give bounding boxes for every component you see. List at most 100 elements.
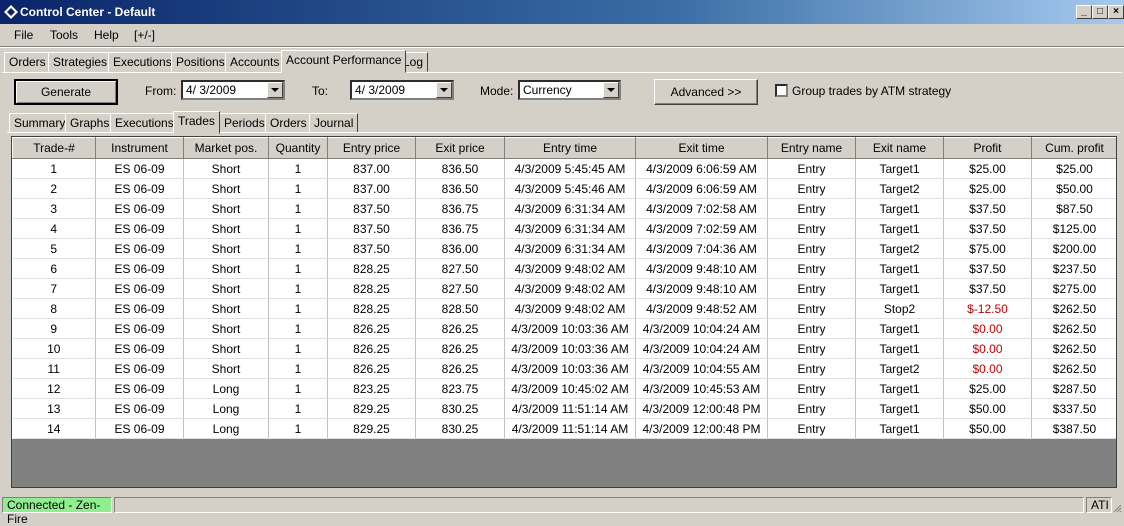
table-cell: $25.00	[1031, 158, 1116, 179]
table-cell: Target1	[855, 318, 944, 339]
table-cell: 4/3/2009 10:45:53 AM	[635, 378, 768, 399]
table-cell: 836.75	[415, 218, 505, 239]
column-header[interactable]: Entry time	[504, 137, 636, 159]
column-header[interactable]: Exit name	[855, 137, 944, 159]
tab-orders[interactable]: Orders	[4, 52, 51, 72]
to-date-picker[interactable]: 4/ 3/2009	[350, 80, 454, 100]
table-cell: 827.50	[415, 278, 505, 299]
subtab-periods[interactable]: Periods	[219, 113, 270, 133]
from-date-picker[interactable]: 4/ 3/2009	[181, 80, 285, 100]
table-cell: 827.50	[415, 258, 505, 279]
maximize-button[interactable]: □	[1092, 5, 1108, 19]
table-cell: 4/3/2009 10:03:36 AM	[504, 338, 636, 359]
column-header[interactable]: Entry name	[767, 137, 856, 159]
table-row[interactable]: 10 ES 06-09 Short 1 826.25 826.25 4/3/2009 10:…	[12, 338, 1116, 359]
table-cell: 9	[12, 318, 96, 339]
table-cell: 837.00	[327, 158, 416, 179]
group-trades-checkbox[interactable]	[775, 84, 788, 97]
table-cell: Long	[183, 378, 269, 399]
subtab-summary[interactable]: Summary	[9, 113, 71, 133]
trades-grid[interactable]: Trade-# Instrument Market pos. Quantity Entr…	[11, 136, 1117, 488]
table-row[interactable]: 6 ES 06-09 Short 1 828.25 827.50 4/3/2009 9:48…	[12, 258, 1116, 279]
table-cell: ES 06-09	[95, 198, 184, 219]
minimize-button[interactable]: _	[1076, 5, 1092, 19]
table-cell: 826.25	[415, 358, 505, 379]
sub-tab-strip: Summary Graphs Executions Trades Periods…	[9, 111, 1119, 134]
subtab-trades[interactable]: Trades	[173, 111, 220, 134]
table-cell: Entry	[767, 318, 856, 339]
table-cell: Entry	[767, 158, 856, 179]
table-cell: Target1	[855, 278, 944, 299]
table-row[interactable]: 7 ES 06-09 Short 1 828.25 827.50 4/3/2009 9:48…	[12, 278, 1116, 299]
table-cell: $37.50	[943, 218, 1032, 239]
subtab-orders[interactable]: Orders	[265, 113, 312, 133]
table-cell: Target1	[855, 198, 944, 219]
table-row[interactable]: 8 ES 06-09 Short 1 828.25 828.50 4/3/2009 9:48…	[12, 298, 1116, 319]
table-cell: 1	[268, 178, 328, 199]
table-cell: Short	[183, 258, 269, 279]
column-header[interactable]: Quantity	[268, 137, 328, 159]
tab-accounts[interactable]: Accounts	[225, 52, 285, 72]
table-row[interactable]: 11 ES 06-09 Short 1 826.25 826.25 4/3/2009 10:…	[12, 358, 1116, 379]
column-header[interactable]: Profit	[943, 137, 1032, 159]
subtab-graphs[interactable]: Graphs	[65, 113, 115, 133]
table-row[interactable]: 14 ES 06-09 Long 1 829.25 830.25 4/3/2009 11:5…	[12, 418, 1116, 439]
table-cell: 828.50	[415, 298, 505, 319]
table-cell: 836.50	[415, 178, 505, 199]
column-header[interactable]: Instrument	[95, 137, 184, 159]
tab-account-performance[interactable]: Account Performance	[281, 50, 407, 73]
chevron-down-icon[interactable]	[436, 82, 452, 98]
table-row[interactable]: 12 ES 06-09 Long 1 823.25 823.75 4/3/2009 10:4…	[12, 378, 1116, 399]
table-row[interactable]: 2 ES 06-09 Short 1 837.00 836.50 4/3/2009 5:45…	[12, 178, 1116, 199]
column-header[interactable]: Exit time	[635, 137, 768, 159]
tab-executions[interactable]: Executions	[108, 52, 177, 72]
generate-button[interactable]: Generate	[14, 79, 118, 105]
advanced-button[interactable]: Advanced >>	[654, 79, 758, 105]
tab-positions[interactable]: Positions	[171, 52, 230, 72]
close-button[interactable]: ×	[1108, 5, 1124, 19]
table-cell: 13	[12, 398, 96, 419]
table-cell: $0.00	[943, 338, 1032, 359]
tab-strategies[interactable]: Strategies	[48, 52, 113, 72]
mode-value: Currency	[523, 83, 572, 97]
subtab-executions[interactable]: Executions	[110, 113, 179, 133]
mode-select[interactable]: Currency	[518, 80, 621, 100]
column-header[interactable]: Cum. profit	[1031, 137, 1116, 159]
table-cell: 4/3/2009 7:04:36 AM	[635, 238, 768, 259]
table-cell: Short	[183, 218, 269, 239]
column-header[interactable]: Exit price	[415, 137, 505, 159]
menu-tools[interactable]: Tools	[50, 28, 78, 42]
table-row[interactable]: 4 ES 06-09 Short 1 837.50 836.75 4/3/2009 6:31…	[12, 218, 1116, 239]
menu-help[interactable]: Help	[94, 28, 119, 42]
subtab-journal[interactable]: Journal	[309, 113, 359, 133]
resize-grip-icon[interactable]	[1112, 499, 1122, 513]
table-row[interactable]: 5 ES 06-09 Short 1 837.50 836.00 4/3/2009 6:31…	[12, 238, 1116, 259]
column-header[interactable]: Trade-#	[12, 137, 96, 159]
table-cell: 826.25	[415, 338, 505, 359]
column-header[interactable]: Entry price	[327, 137, 416, 159]
table-cell: Long	[183, 418, 269, 439]
table-cell: 823.25	[327, 378, 416, 399]
table-cell: 836.50	[415, 158, 505, 179]
table-row[interactable]: 9 ES 06-09 Short 1 826.25 826.25 4/3/2009 10:0…	[12, 318, 1116, 339]
column-header[interactable]: Market pos.	[183, 137, 269, 159]
table-cell: 837.50	[327, 218, 416, 239]
menu-toggle[interactable]: [+/-]	[134, 28, 155, 42]
table-cell: 830.25	[415, 398, 505, 419]
chevron-down-icon[interactable]	[267, 82, 283, 98]
table-row[interactable]: 3 ES 06-09 Short 1 837.50 836.75 4/3/2009 6:31…	[12, 198, 1116, 219]
table-cell: $50.00	[943, 398, 1032, 419]
table-header-row: Trade-# Instrument Market pos. Quantity Entr…	[12, 137, 1116, 159]
chevron-down-icon[interactable]	[603, 82, 619, 98]
table-cell: 11	[12, 358, 96, 379]
table-cell: $25.00	[943, 158, 1032, 179]
table-cell: Target1	[855, 218, 944, 239]
menu-file[interactable]: File	[14, 28, 33, 42]
table-cell: $262.50	[1031, 318, 1116, 339]
table-row[interactable]: 13 ES 06-09 Long 1 829.25 830.25 4/3/2009 11:5…	[12, 398, 1116, 419]
table-row[interactable]: 1 ES 06-09 Short 1 837.00 836.50 4/3/2009 5:45…	[12, 158, 1116, 179]
table-cell: $262.50	[1031, 298, 1116, 319]
table-cell: 4/3/2009 6:31:34 AM	[504, 218, 636, 239]
table-cell: 1	[268, 298, 328, 319]
table-cell: $125.00	[1031, 218, 1116, 239]
